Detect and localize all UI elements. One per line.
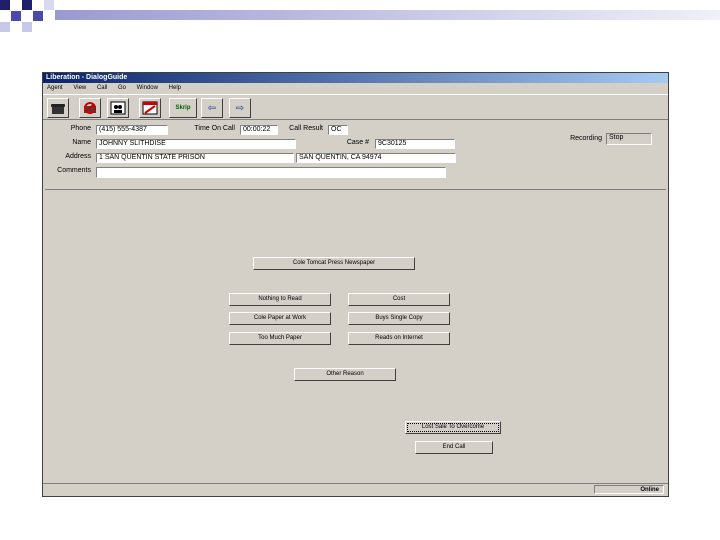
comments-label: Comments (57, 167, 91, 174)
decor-square-pale (44, 0, 54, 10)
case-label: Case # (346, 139, 369, 146)
phone-label: Phone (70, 125, 91, 132)
too-much-paper-button[interactable]: Too Much Paper (229, 332, 331, 345)
call-result-label: Call Result (289, 125, 323, 132)
phone-field[interactable]: (415) 555-4387 (96, 125, 168, 135)
name-label: Name (72, 139, 91, 146)
script-label: Skrip (175, 105, 191, 111)
menu-help[interactable]: Help (169, 85, 181, 91)
arrow-right-icon: ⇨ (235, 102, 245, 114)
decor-square-navy-2 (22, 0, 32, 10)
decor-band (55, 10, 720, 20)
agents-button[interactable] (107, 98, 129, 118)
buys-single-copy-button[interactable]: Buys Single Copy (348, 312, 450, 325)
script-button[interactable]: Skrip (169, 98, 197, 118)
recording-label: Recording (570, 135, 602, 142)
end-call-button[interactable]: End Call (415, 441, 493, 454)
window-title: Liberation - DialogGuide (43, 73, 668, 83)
comments-field[interactable] (96, 167, 446, 178)
status-bar: Online (43, 483, 668, 496)
other-reason-button[interactable]: Other Reason (294, 368, 396, 381)
menu-window[interactable]: Window (137, 85, 158, 91)
hangup-button[interactable] (79, 98, 101, 118)
calendar-button[interactable] (139, 98, 161, 118)
city-state-zip-field[interactable]: SAN QUENTIN, CA 94974 (296, 153, 456, 163)
decor-square-navy-1 (0, 0, 10, 10)
case-field[interactable]: 9C30125 (375, 139, 455, 149)
time-on-call-field[interactable]: 00:00:22 (240, 125, 278, 135)
name-field[interactable]: JOHNNY SLITHDISE (96, 139, 296, 149)
calendar-icon (142, 101, 158, 115)
address-label: Address (65, 153, 91, 160)
cole-paper-at-work-button[interactable]: Cole Paper at Work (229, 312, 331, 325)
menu-go[interactable]: Go (118, 85, 126, 91)
menu-call[interactable]: Call (97, 85, 107, 91)
arrow-left-icon: ⇦ (207, 102, 217, 114)
menu-agent[interactable]: Agent (47, 85, 63, 91)
toolbar: Skrip ⇦ ⇨ (43, 94, 668, 120)
reads-on-internet-button[interactable]: Reads on Internet (348, 332, 450, 345)
recording-field[interactable]: Stop (606, 133, 652, 145)
app-window: Liberation - DialogGuide Agent View Call… (42, 72, 669, 497)
call-result-field[interactable]: OC (328, 125, 348, 135)
decor-square-blue-1 (11, 11, 21, 21)
menu-view[interactable]: View (73, 85, 86, 91)
script-panel: Cole Tomcat Press Newspaper Nothing to R… (45, 189, 666, 480)
phone-button[interactable] (47, 98, 69, 118)
menu-bar: Agent View Call Go Window Help (43, 83, 668, 93)
agents-icon (110, 101, 126, 115)
cost-button[interactable]: Cost (348, 293, 450, 306)
nothing-to-read-button[interactable]: Nothing to Read (229, 293, 331, 306)
address-field[interactable]: 1 SAN QUENTIN STATE PRISON (96, 153, 294, 163)
decor-square-light-2 (22, 22, 32, 32)
online-status: Online (594, 485, 664, 494)
back-button[interactable]: ⇦ (201, 98, 223, 118)
lost-sale-button[interactable]: Lost Sale To Overcome (405, 421, 501, 434)
decor-square-light-1 (0, 22, 10, 32)
newspaper-button[interactable]: Cole Tomcat Press Newspaper (253, 257, 415, 270)
phone-icon (51, 104, 65, 114)
time-on-call-label: Time On Call (194, 125, 235, 132)
decor-square-blue-2 (33, 11, 43, 21)
hangup-icon (84, 102, 96, 114)
forward-button[interactable]: ⇨ (229, 98, 251, 118)
